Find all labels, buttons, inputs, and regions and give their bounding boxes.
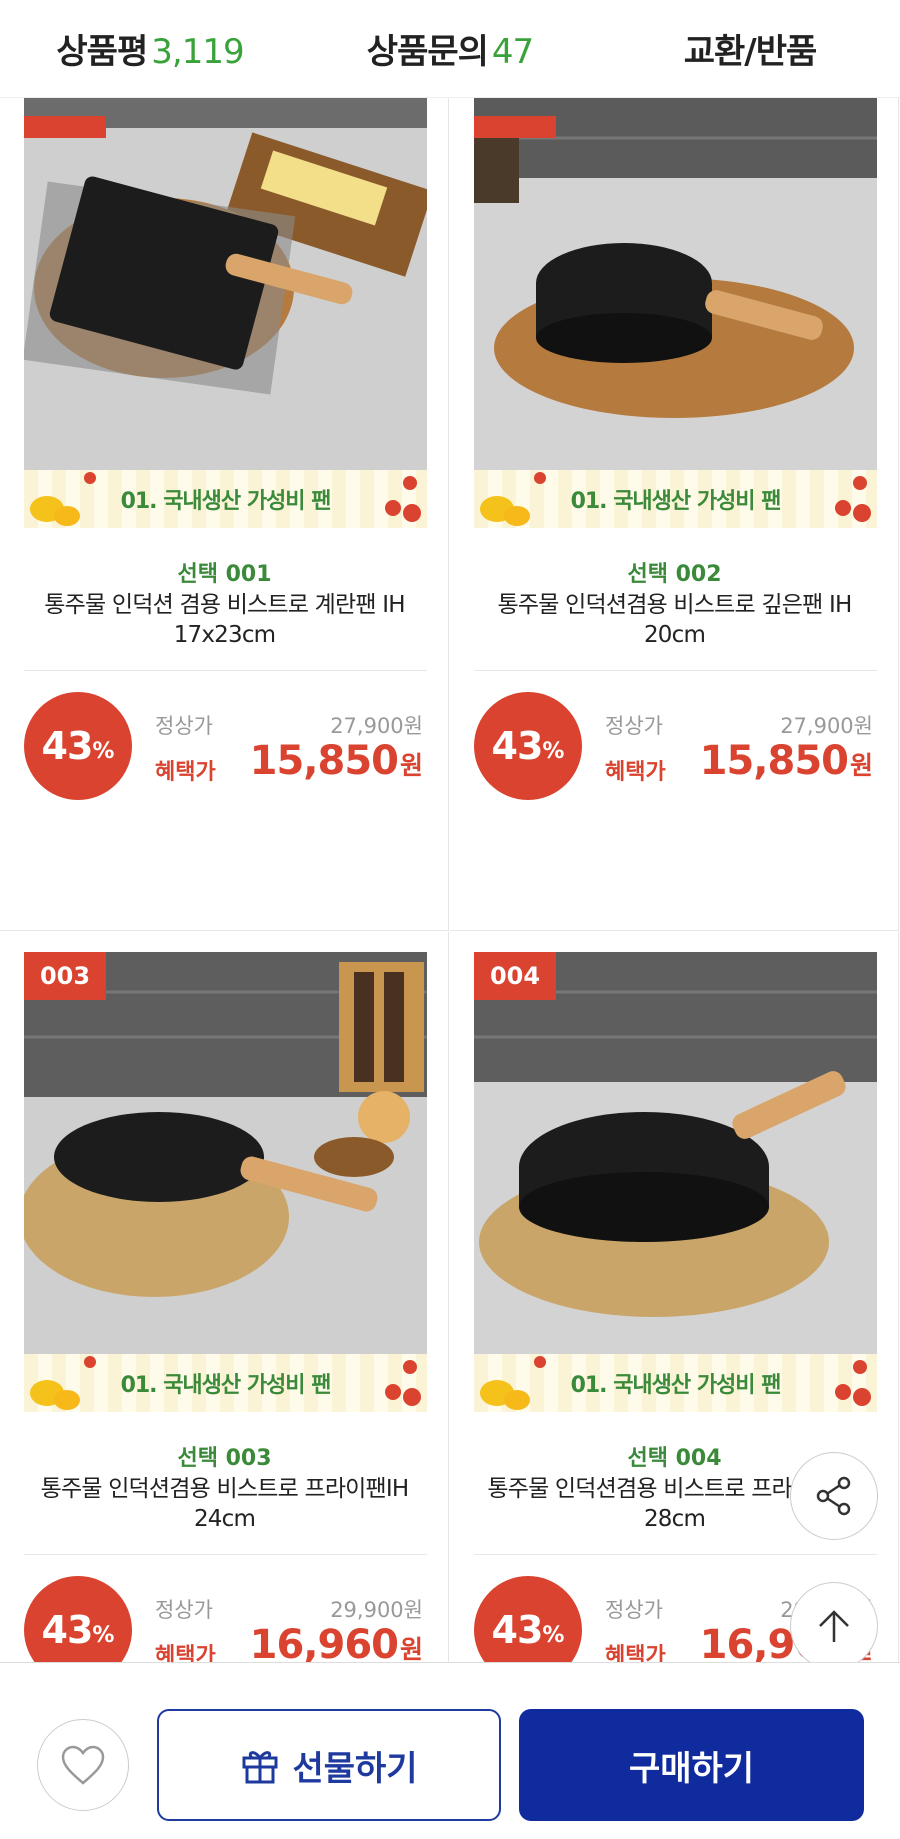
banner-text: 01. 국내생산 가성비 팬 (120, 489, 332, 514)
discount-value: 43 (41, 724, 94, 768)
discount-badge: 43% (474, 1576, 582, 1662)
item-number-badge: 004 (474, 952, 556, 1000)
percent-symbol: % (542, 738, 565, 764)
product-grid: 01. 국내생산 가성비 팬 선택 001 통주물 인덕션 겸용 비스트로 계란… (0, 98, 900, 1662)
percent-symbol: % (92, 1622, 115, 1648)
normal-price-label: 정상가 (605, 1598, 663, 1622)
normal-price-label: 정상가 (155, 714, 213, 738)
product-banner: 01. 국내생산 가성비 팬 (474, 1354, 877, 1412)
divider (474, 670, 877, 671)
bottom-action-bar: 선물하기 구매하기 (0, 1662, 900, 1839)
option-label: 선택 001 (177, 562, 272, 587)
discount-badge: 43% (474, 692, 582, 800)
normal-price: 27,900원 (330, 714, 423, 738)
normal-price: 29,900원 (330, 1598, 423, 1622)
benefit-price-value: 16,960 (249, 1622, 399, 1662)
percent-symbol: % (542, 1622, 565, 1648)
product-card-002[interactable]: 01. 국내생산 가성비 팬 선택 002 통주물 인덕션겸용 비스트로 깊은팬… (450, 98, 899, 931)
tab-exchange-return[interactable]: 교환/반품 (600, 24, 900, 73)
item-number-badge: 003 (24, 952, 106, 1000)
banner-text: 01. 국내생산 가성비 팬 (120, 1373, 332, 1398)
discount-value: 43 (491, 724, 544, 768)
tab-inquiries-count: 47 (491, 32, 534, 72)
tab-reviews-count: 3,119 (151, 32, 244, 72)
won-unit: 원 (399, 751, 423, 780)
divider (24, 670, 427, 671)
normal-price-label: 정상가 (605, 714, 663, 738)
wishlist-button[interactable] (37, 1719, 129, 1811)
tab-inquiries[interactable]: 상품문의 47 (300, 24, 600, 73)
gift-icon (242, 1751, 278, 1784)
tab-exchange-label: 교환/반품 (683, 32, 818, 72)
buy-button[interactable]: 구매하기 (519, 1709, 864, 1821)
share-button[interactable] (790, 1452, 878, 1540)
buy-button-label: 구매하기 (628, 1748, 755, 1789)
gift-button[interactable]: 선물하기 (157, 1709, 501, 1821)
option-label: 선택 003 (177, 1446, 272, 1471)
heart-icon (61, 1745, 105, 1785)
benefit-price-label: 혜택가 (155, 1644, 216, 1662)
product-banner: 01. 국내생산 가성비 팬 (474, 470, 877, 528)
won-unit: 원 (399, 1635, 423, 1662)
banner-text: 01. 국내생산 가성비 팬 (570, 1373, 782, 1398)
benefit-price: 16,960원 (250, 1622, 423, 1662)
product-name: 통주물 인덕션겸용 비스트로 깊은팬 IH 20cm (497, 592, 853, 648)
discount-value: 43 (41, 1608, 94, 1652)
product-card-004[interactable]: 004 01. 국내생산 가성비 팬 선택 004 통주물 인덕션겸용 비스트로… (450, 932, 899, 1662)
tab-reviews[interactable]: 상품평 3,119 (0, 24, 300, 73)
normal-price: 27,900원 (780, 714, 873, 738)
gift-button-label: 선물하기 (292, 1748, 418, 1789)
product-name: 통주물 인덕션겸용 비스트로 프라이팬IH 24cm (40, 1476, 410, 1532)
share-icon (816, 1476, 851, 1516)
discount-badge: 43% (24, 1576, 132, 1662)
tab-reviews-label: 상품평 (56, 32, 148, 72)
benefit-price-label: 혜택가 (155, 760, 216, 785)
product-banner: 01. 국내생산 가성비 팬 (24, 470, 427, 528)
product-banner: 01. 국내생산 가성비 팬 (24, 1354, 427, 1412)
product-photo: 004 (474, 952, 877, 1354)
product-card-003[interactable]: 003 01. 국내생산 가성비 팬 선택 003 통주물 인덕션겸용 비스트로… (0, 932, 449, 1662)
option-label: 선택 002 (627, 562, 722, 587)
product-photo (474, 98, 877, 470)
divider (24, 1554, 427, 1555)
discount-badge: 43% (24, 692, 132, 800)
product-card-001[interactable]: 01. 국내생산 가성비 팬 선택 001 통주물 인덕션 겸용 비스트로 계란… (0, 98, 449, 931)
benefit-price-value: 15,850 (699, 738, 849, 784)
benefit-price-value: 15,850 (249, 738, 399, 784)
scroll-top-button[interactable] (790, 1582, 878, 1670)
banner-text: 01. 국내생산 가성비 팬 (570, 489, 782, 514)
product-photo (24, 98, 427, 470)
product-name: 통주물 인덕션 겸용 비스트로 계란팬 IH 17x23cm (44, 592, 405, 648)
won-unit: 원 (849, 751, 873, 780)
normal-price-label: 정상가 (155, 1598, 213, 1622)
benefit-price: 15,850원 (250, 738, 423, 784)
product-photo: 003 (24, 952, 427, 1354)
benefit-price-label: 혜택가 (605, 760, 666, 785)
arrow-up-icon (819, 1610, 849, 1642)
review-tabs: 상품평 3,119 상품문의 47 교환/반품 (0, 0, 900, 98)
percent-symbol: % (92, 738, 115, 764)
benefit-price: 15,850원 (700, 738, 873, 784)
discount-value: 43 (491, 1608, 544, 1652)
benefit-price-label: 혜택가 (605, 1644, 666, 1662)
divider (474, 1554, 877, 1555)
tab-inquiries-label: 상품문의 (366, 32, 489, 72)
